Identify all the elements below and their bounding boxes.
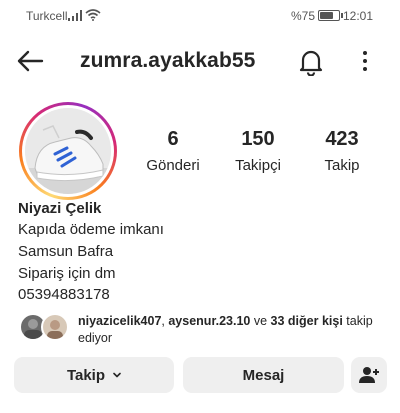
page-title-username: zumra.ayakkab55 xyxy=(80,49,256,72)
story-ring[interactable] xyxy=(19,102,117,200)
follow-button[interactable]: Takip xyxy=(14,357,174,393)
stat-followers[interactable]: 150 Takipçi xyxy=(223,128,293,174)
message-button[interactable]: Mesaj xyxy=(183,357,344,393)
status-bar: Turkcell %75 12:01 xyxy=(0,0,400,30)
battery-level xyxy=(320,12,333,19)
message-button-label: Mesaj xyxy=(242,366,285,384)
mutual-and: ve xyxy=(250,314,271,328)
bio-line: Sipariş için dm xyxy=(18,265,116,282)
mutual-user[interactable]: niyazicelik407 xyxy=(78,314,161,328)
bio-line: Kapıda ödeme imkanı xyxy=(18,221,164,238)
mutual-user[interactable]: aysenur.23.10 xyxy=(168,314,250,328)
mutual-others[interactable]: 33 diğer kişi xyxy=(271,314,343,328)
followers-count: 150 xyxy=(241,128,275,150)
carrier-label: Turkcell xyxy=(26,9,68,23)
posts-label: Gönderi xyxy=(146,157,200,174)
arrow-left-icon[interactable] xyxy=(16,50,44,72)
more-vertical-icon[interactable] xyxy=(360,50,370,72)
posts-count: 6 xyxy=(167,128,179,150)
profile-header: zumra.ayakkab55 xyxy=(0,38,400,86)
avatar-border xyxy=(22,105,114,197)
stat-posts[interactable]: 6 Gönderi xyxy=(140,128,206,174)
display-name: Niyazi Çelik xyxy=(18,200,102,217)
stat-following[interactable]: 423 Takip xyxy=(310,128,374,174)
add-user-button[interactable] xyxy=(351,357,387,393)
bio-phone[interactable]: 05394883178 xyxy=(18,286,110,303)
bell-icon[interactable] xyxy=(298,48,324,76)
add-user-icon xyxy=(359,367,379,383)
wifi-icon xyxy=(85,9,101,21)
battery-icon xyxy=(318,10,343,21)
mutual-followers-avatars[interactable] xyxy=(19,313,71,343)
following-label: Takip xyxy=(324,157,360,174)
mutual-avatar xyxy=(41,313,69,341)
avatar-shoe-image xyxy=(25,108,111,194)
clock: 12:01 xyxy=(343,9,374,23)
follow-button-label: Takip xyxy=(66,366,106,384)
following-count: 423 xyxy=(325,128,359,150)
mutual-followers-text[interactable]: niyazicelik407, aysenur.23.10 ve 33 diğe… xyxy=(78,313,388,347)
chevron-down-icon xyxy=(113,372,121,378)
avatar[interactable] xyxy=(25,108,111,194)
followers-label: Takipçi xyxy=(235,157,281,174)
bio-line: Samsun Bafra xyxy=(18,243,114,260)
signal-icon xyxy=(68,10,82,21)
battery-percent: %75 xyxy=(291,9,316,23)
